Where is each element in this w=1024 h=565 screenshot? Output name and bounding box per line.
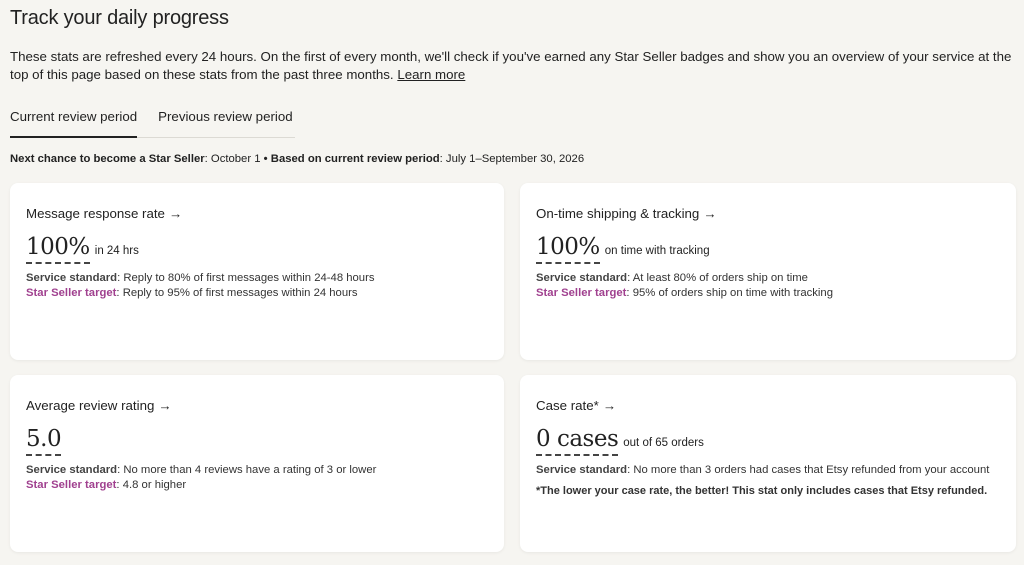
message-response-card: Message response rate → 100% in 24 hrs Se… [10, 183, 504, 360]
intro-body: These stats are refreshed every 24 hours… [10, 49, 1012, 82]
case-rate-standards: Service standard: No more than 3 orders … [536, 463, 1001, 478]
shipping-tracking-suffix: on time with tracking [604, 245, 710, 257]
service-standard-text: : No more than 3 orders had cases that E… [627, 464, 990, 476]
shipping-tracking-card: On-time shipping & tracking → 100% on tim… [520, 183, 1016, 360]
message-response-standards: Service standard: Reply to 80% of first … [26, 271, 489, 300]
service-standard-label: Service standard [26, 272, 118, 284]
star-seller-progress-page: Track your daily progress These stats ar… [0, 0, 1024, 565]
service-standard-text: : Reply to 80% of first messages within … [117, 272, 375, 284]
service-standard-text: : At least 80% of orders ship on time [627, 272, 808, 284]
case-rate-card: Case rate* → 0 cases out of 65 orders Ser… [520, 375, 1016, 552]
star-seller-target-text: : Reply to 95% of first messages within … [116, 286, 358, 299]
case-rate-footnote: *The lower your case rate, the better! T… [536, 484, 988, 497]
service-standard-label: Service standard [536, 272, 628, 284]
review-rating-metric: 5.0 [26, 426, 489, 456]
shipping-tracking-title: On-time shipping & tracking [536, 206, 700, 221]
review-rating-standards: Service standard: No more than 4 reviews… [26, 463, 489, 492]
service-standard-label: Service standard [26, 464, 118, 476]
star-seller-target-text: : 4.8 or higher [116, 478, 187, 491]
case-rate-title: Case rate* [536, 398, 599, 413]
case-rate-link[interactable]: Case rate* → [536, 398, 616, 413]
star-seller-target-label: Star Seller target [26, 478, 117, 491]
star-seller-target-text: : 95% of orders ship on time with tracki… [626, 286, 833, 299]
review-rating-value: 5.0 [26, 426, 62, 456]
star-seller-target-row: Star Seller target: 95% of orders ship o… [536, 286, 1001, 301]
shipping-tracking-value: 100% [536, 234, 600, 264]
service-standard-row: Service standard: Reply to 80% of first … [26, 271, 489, 286]
service-standard-row: Service standard: No more than 3 orders … [536, 463, 1001, 478]
page-title: Track your daily progress [10, 7, 229, 29]
case-rate-metric: 0 cases out of 65 orders [536, 426, 1001, 456]
next-chance-label: Next chance to become a Star Seller [10, 153, 205, 165]
star-seller-target-row: Star Seller target: Reply to 95% of firs… [26, 286, 489, 301]
message-response-suffix: in 24 hrs [94, 245, 139, 257]
arrow-right-icon: → [703, 206, 717, 221]
star-seller-target-row: Star Seller target: 4.8 or higher [26, 478, 489, 493]
case-rate-value: 0 cases [536, 426, 619, 456]
review-period-tabs: Current review period Previous review pe… [10, 100, 296, 138]
arrow-right-icon: → [168, 206, 183, 221]
review-rating-link[interactable]: Average review rating → [26, 398, 172, 413]
review-period-info: Next chance to become a Star Seller: Oct… [10, 153, 584, 165]
based-on-label: Based on current review period [267, 153, 440, 165]
tab-previous-review-period[interactable]: Previous review period [158, 100, 295, 138]
case-rate-suffix: out of 65 orders [623, 437, 704, 449]
arrow-right-icon: → [602, 398, 617, 413]
shipping-tracking-standards: Service standard: At least 80% of orders… [536, 271, 1001, 300]
review-rating-card: Average review rating → 5.0 Service stand… [10, 375, 504, 552]
next-chance-value: : October 1 [204, 153, 264, 165]
message-response-value: 100% [26, 234, 90, 264]
learn-more-link[interactable]: Learn more [397, 67, 465, 82]
service-standard-row: Service standard: At least 80% of orders… [536, 271, 1001, 286]
arrow-right-icon: → [158, 398, 172, 413]
message-response-link[interactable]: Message response rate → [26, 206, 182, 221]
based-on-value: : July 1–September 30, 2026 [439, 153, 585, 165]
shipping-tracking-link[interactable]: On-time shipping & tracking → [536, 206, 717, 221]
star-seller-target-label: Star Seller target [536, 286, 627, 299]
service-standard-label: Service standard [536, 464, 628, 476]
message-response-title: Message response rate [26, 206, 165, 221]
service-standard-row: Service standard: No more than 4 reviews… [26, 463, 489, 478]
intro-text: These stats are refreshed every 24 hours… [10, 48, 1020, 83]
tab-current-review-period[interactable]: Current review period [10, 100, 138, 138]
service-standard-text: : No more than 4 reviews have a rating o… [117, 464, 377, 476]
message-response-metric: 100% in 24 hrs [26, 234, 489, 264]
shipping-tracking-metric: 100% on time with tracking [536, 234, 1001, 264]
star-seller-target-label: Star Seller target [26, 286, 117, 299]
review-rating-title: Average review rating [26, 398, 155, 413]
